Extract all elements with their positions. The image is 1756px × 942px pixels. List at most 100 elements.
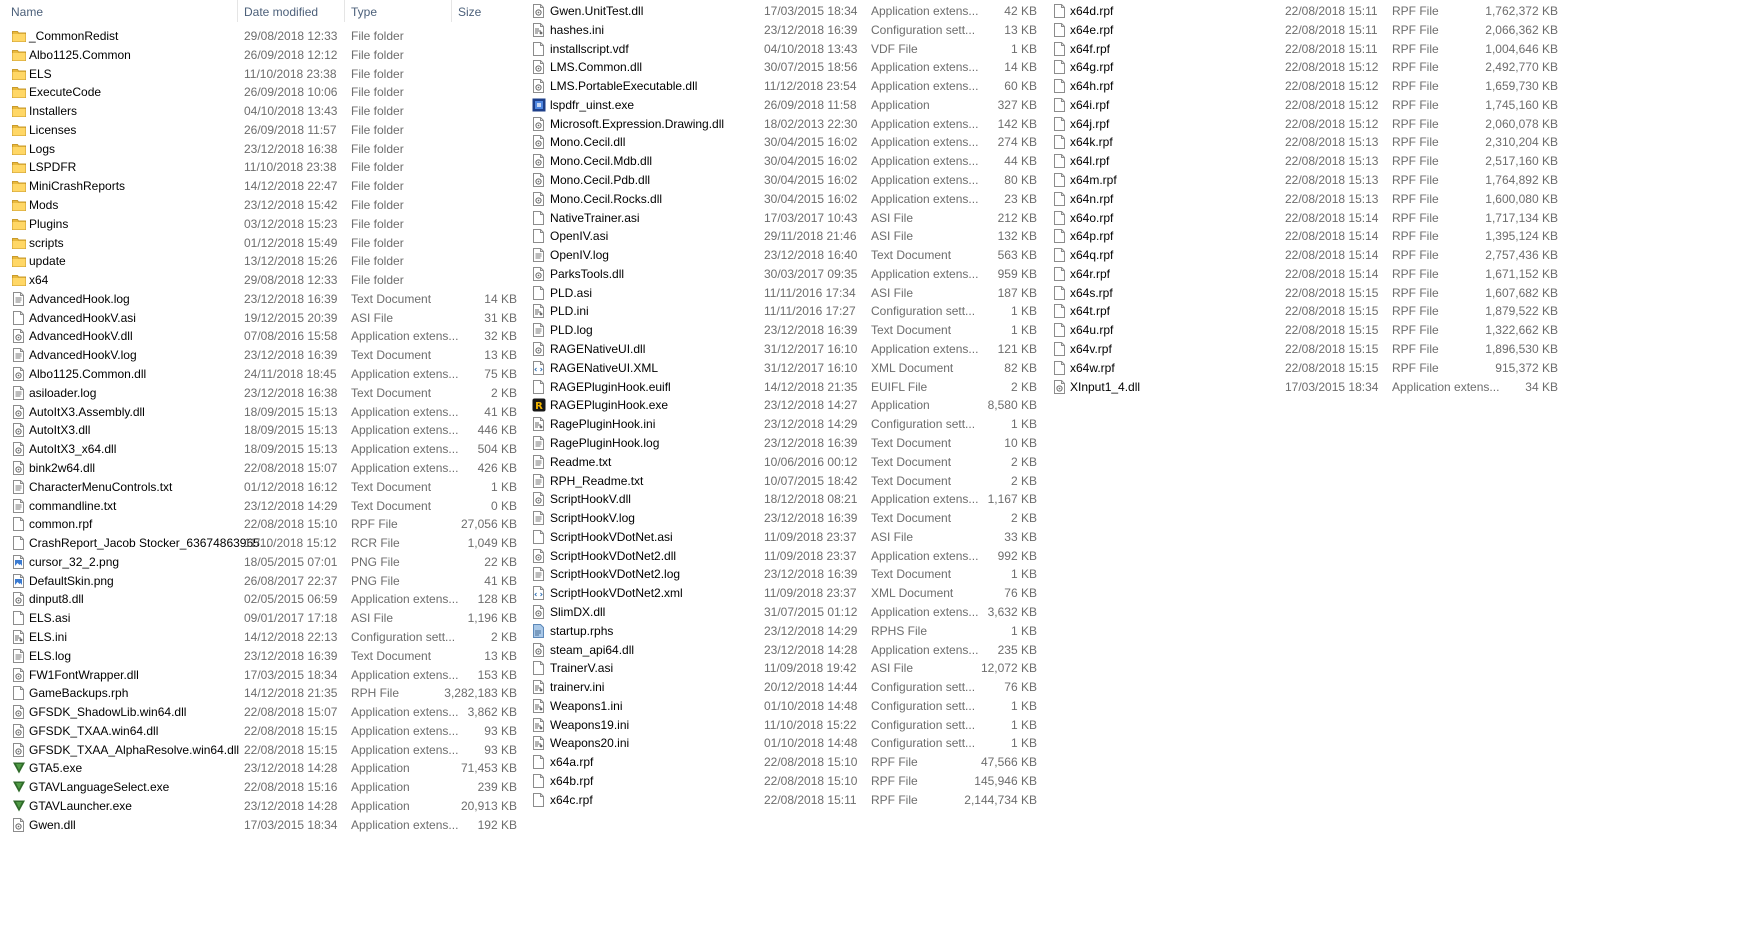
file-row[interactable]: ScriptHookVDotNet.asi 11/09/2018 23:37 ASI…: [532, 528, 1037, 547]
file-row[interactable]: Mono.Cecil.Pdb.dll 30/04/2015 16:02 Applic…: [532, 171, 1037, 190]
file-row[interactable]: x64e.rpf 22/08/2018 15:11 RPF File 2,066,36…: [1053, 21, 1558, 40]
file-row[interactable]: FW1FontWrapper.dll 17/03/2015 18:34 Applic…: [12, 666, 517, 685]
file-row[interactable]: Mods 23/12/2018 15:42 File folder: [12, 196, 517, 215]
file-row[interactable]: Weapons1.ini 01/10/2018 14:48 Configuratio…: [532, 697, 1037, 716]
file-row[interactable]: asiloader.log 23/12/2018 16:38 Text Docume…: [12, 384, 517, 403]
file-row[interactable]: AutoItX3.Assembly.dll 18/09/2015 15:13 App…: [12, 403, 517, 422]
column-header-name[interactable]: Name: [11, 5, 43, 19]
file-row[interactable]: x64a.rpf 22/08/2018 15:10 RPF File 47,566 K…: [532, 753, 1037, 772]
file-row[interactable]: SlimDX.dll 31/07/2015 01:12 Application ex…: [532, 603, 1037, 622]
file-row[interactable]: AdvancedHookV.log 23/12/2018 16:39 Text Do…: [12, 346, 517, 365]
file-row[interactable]: ELS.ini 14/12/2018 22:13 Configuration set…: [12, 628, 517, 647]
file-row[interactable]: Gwen.UnitTest.dll 17/03/2015 18:34 Applica…: [532, 2, 1037, 21]
file-row[interactable]: Readme.txt 10/06/2016 00:12 Text Document 2…: [532, 453, 1037, 472]
file-row[interactable]: x64l.rpf 22/08/2018 15:13 RPF File 2,517,16…: [1053, 152, 1558, 171]
file-row[interactable]: commandline.txt 23/12/2018 14:29 Text Docu…: [12, 497, 517, 516]
file-row[interactable]: x64k.rpf 22/08/2018 15:13 RPF File 2,310,20…: [1053, 133, 1558, 152]
file-row[interactable]: ELS.asi 09/01/2017 17:18 ASI File 1,196 KB: [12, 609, 517, 628]
file-row[interactable]: dinput8.dll 02/05/2015 06:59 Application e…: [12, 590, 517, 609]
file-row[interactable]: Albo1125.Common.dll 24/11/2018 18:45 Appli…: [12, 365, 517, 384]
file-row[interactable]: cursor_32_2.png 18/05/2015 07:01 PNG File 2…: [12, 553, 517, 572]
file-row[interactable]: GFSDK_TXAA.win64.dll 22/08/2018 15:15 Appl…: [12, 722, 517, 741]
file-row[interactable]: Logs 23/12/2018 16:38 File folder: [12, 140, 517, 159]
file-row[interactable]: MiniCrashReports 14/12/2018 22:47 File fol…: [12, 177, 517, 196]
file-row[interactable]: LMS.Common.dll 30/07/2015 18:56 Applicatio…: [532, 58, 1037, 77]
file-row[interactable]: x64t.rpf 22/08/2018 15:15 RPF File 1,879,52…: [1053, 302, 1558, 321]
file-row[interactable]: x64n.rpf 22/08/2018 15:13 RPF File 1,600,08…: [1053, 190, 1558, 209]
column-divider[interactable]: [237, 0, 238, 22]
file-row[interactable]: update 13/12/2018 15:26 File folder: [12, 252, 517, 271]
file-row[interactable]: GTAVLauncher.exe 23/12/2018 14:28 Applicat…: [12, 797, 517, 816]
column-divider[interactable]: [344, 0, 345, 22]
file-row[interactable]: NativeTrainer.asi 17/03/2017 10:43 ASI Fil…: [532, 209, 1037, 228]
file-row[interactable]: ExecuteCode 26/09/2018 10:06 File folder: [12, 83, 517, 102]
file-row[interactable]: GFSDK_ShadowLib.win64.dll 22/08/2018 15:0…: [12, 703, 517, 722]
file-row[interactable]: TrainerV.asi 11/09/2018 19:42 ASI File 12,0…: [532, 659, 1037, 678]
file-row[interactable]: GFSDK_TXAA_AlphaResolve.win64.dll 22/08/2…: [12, 741, 517, 760]
column-divider[interactable]: [451, 0, 452, 22]
file-row[interactable]: ScriptHookV.dll 18/12/2018 08:21 Applicati…: [532, 490, 1037, 509]
file-row[interactable]: R RAGEPluginHook.exe 23/12/2018 14:27 Appli…: [532, 396, 1037, 415]
file-row[interactable]: Albo1125.Common 26/09/2018 12:12 File fold…: [12, 46, 517, 65]
file-row[interactable]: AdvancedHookV.asi 19/12/2015 20:39 ASI Fil…: [12, 309, 517, 328]
file-row[interactable]: AutoItX3.dll 18/09/2015 15:13 Application …: [12, 421, 517, 440]
file-row[interactable]: Licenses 26/09/2018 11:57 File folder: [12, 121, 517, 140]
file-row[interactable]: Microsoft.Expression.Drawing.dll 18/02/20…: [532, 115, 1037, 134]
file-row[interactable]: Plugins 03/12/2018 15:23 File folder: [12, 215, 517, 234]
file-row[interactable]: GTAVLanguageSelect.exe 22/08/2018 15:16 Ap…: [12, 778, 517, 797]
file-row[interactable]: Installers 04/10/2018 13:43 File folder: [12, 102, 517, 121]
file-row[interactable]: AutoItX3_x64.dll 18/09/2015 15:13 Applicat…: [12, 440, 517, 459]
file-row[interactable]: XInput1_4.dll 17/03/2015 18:34 Application…: [1053, 378, 1558, 397]
file-row[interactable]: RPH_Readme.txt 10/07/2015 18:42 Text Docum…: [532, 472, 1037, 491]
file-row[interactable]: ParksTools.dll 30/03/2017 09:35 Applicatio…: [532, 265, 1037, 284]
file-row[interactable]: Weapons20.ini 01/10/2018 14:48 Configurati…: [532, 734, 1037, 753]
file-row[interactable]: DefaultSkin.png 26/08/2017 22:37 PNG File 4…: [12, 572, 517, 591]
file-row[interactable]: x64 29/08/2018 12:33 File folder: [12, 271, 517, 290]
file-row[interactable]: x64f.rpf 22/08/2018 15:11 RPF File 1,004,64…: [1053, 40, 1558, 59]
file-row[interactable]: RAGENativeUI.XML 31/12/2017 16:10 XML Docu…: [532, 359, 1037, 378]
file-row[interactable]: x64v.rpf 22/08/2018 15:15 RPF File 1,896,53…: [1053, 340, 1558, 359]
file-row[interactable]: x64g.rpf 22/08/2018 15:12 RPF File 2,492,77…: [1053, 58, 1558, 77]
file-row[interactable]: x64d.rpf 22/08/2018 15:11 RPF File 1,762,37…: [1053, 2, 1558, 21]
column-header-date-modified[interactable]: Date modified: [244, 5, 318, 19]
file-row[interactable]: Weapons19.ini 11/10/2018 15:22 Configurati…: [532, 716, 1037, 735]
file-row[interactable]: _CommonRedist 29/08/2018 12:33 File folder: [12, 27, 517, 46]
file-row[interactable]: LMS.PortableExecutable.dll 11/12/2018 23:…: [532, 77, 1037, 96]
file-row[interactable]: GameBackups.rph 14/12/2018 21:35 RPH File 3…: [12, 684, 517, 703]
file-row[interactable]: GTA5.exe 23/12/2018 14:28 Application 71,45…: [12, 759, 517, 778]
file-row[interactable]: x64h.rpf 22/08/2018 15:12 RPF File 1,659,73…: [1053, 77, 1558, 96]
file-row[interactable]: x64s.rpf 22/08/2018 15:15 RPF File 1,607,68…: [1053, 284, 1558, 303]
file-row[interactable]: hashes.ini 23/12/2018 16:39 Configuration …: [532, 21, 1037, 40]
file-row[interactable]: bink2w64.dll 22/08/2018 15:07 Application …: [12, 459, 517, 478]
file-row[interactable]: x64c.rpf 22/08/2018 15:11 RPF File 2,144,73…: [532, 791, 1037, 810]
column-header-size[interactable]: Size: [458, 5, 481, 19]
file-row[interactable]: OpenIV.asi 29/11/2018 21:46 ASI File 132 KB: [532, 227, 1037, 246]
file-row[interactable]: installscript.vdf 04/10/2018 13:43 VDF Fil…: [532, 40, 1037, 59]
file-row[interactable]: scripts 01/12/2018 15:49 File folder: [12, 234, 517, 253]
file-row[interactable]: ScriptHookV.log 23/12/2018 16:39 Text Docu…: [532, 509, 1037, 528]
file-row[interactable]: CrashReport_Jacob Stocker_63674863965...…: [12, 534, 517, 553]
file-row[interactable]: Mono.Cecil.Mdb.dll 30/04/2015 16:02 Applic…: [532, 152, 1037, 171]
file-row[interactable]: ELS.log 23/12/2018 16:39 Text Document 13 K…: [12, 647, 517, 666]
file-row[interactable]: x64r.rpf 22/08/2018 15:14 RPF File 1,671,15…: [1053, 265, 1558, 284]
file-row[interactable]: AdvancedHookV.dll 07/08/2016 15:58 Applica…: [12, 327, 517, 346]
file-row[interactable]: lspdfr_uinst.exe 26/09/2018 11:58 Applicat…: [532, 96, 1037, 115]
file-row[interactable]: ELS 11/10/2018 23:38 File folder: [12, 65, 517, 84]
file-row[interactable]: startup.rphs 23/12/2018 14:29 RPHS File 1 K…: [532, 622, 1037, 641]
file-row[interactable]: ScriptHookVDotNet2.log 23/12/2018 16:39 Te…: [532, 565, 1037, 584]
file-row[interactable]: OpenIV.log 23/12/2018 16:40 Text Document 5…: [532, 246, 1037, 265]
file-row[interactable]: x64j.rpf 22/08/2018 15:12 RPF File 2,060,07…: [1053, 115, 1558, 134]
file-row[interactable]: x64u.rpf 22/08/2018 15:15 RPF File 1,322,66…: [1053, 321, 1558, 340]
column-header-type[interactable]: Type: [351, 5, 377, 19]
file-row[interactable]: x64m.rpf 22/08/2018 15:13 RPF File 1,764,89…: [1053, 171, 1558, 190]
file-row[interactable]: RAGENativeUI.dll 31/12/2017 16:10 Applicat…: [532, 340, 1037, 359]
file-row[interactable]: common.rpf 22/08/2018 15:10 RPF File 27,056…: [12, 515, 517, 534]
file-row[interactable]: RagePluginHook.ini 23/12/2018 14:29 Config…: [532, 415, 1037, 434]
file-row[interactable]: ScriptHookVDotNet2.xml 11/09/2018 23:37 XM…: [532, 584, 1037, 603]
file-row[interactable]: Mono.Cecil.Rocks.dll 30/04/2015 16:02 Appl…: [532, 190, 1037, 209]
file-row[interactable]: RAGEPluginHook.euifl 14/12/2018 21:35 EUIF…: [532, 378, 1037, 397]
file-row[interactable]: AdvancedHook.log 23/12/2018 16:39 Text Doc…: [12, 290, 517, 309]
file-row[interactable]: x64o.rpf 22/08/2018 15:14 RPF File 1,717,13…: [1053, 209, 1558, 228]
file-row[interactable]: x64q.rpf 22/08/2018 15:14 RPF File 2,757,43…: [1053, 246, 1558, 265]
file-row[interactable]: ScriptHookVDotNet2.dll 11/09/2018 23:37 Ap…: [532, 547, 1037, 566]
